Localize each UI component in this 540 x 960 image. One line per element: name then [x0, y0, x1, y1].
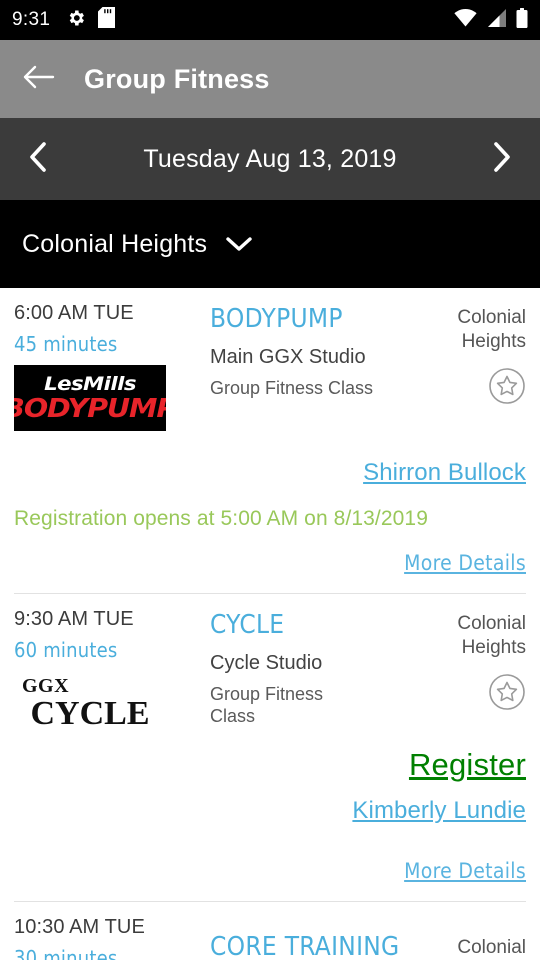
- lesmills-bodypump-logo: LesMills BODYPUMP: [14, 365, 166, 431]
- class-duration: 60 minutes: [14, 638, 118, 662]
- status-bar-clock: 9:31: [12, 9, 51, 30]
- more-details-link[interactable]: More Details: [0, 859, 540, 883]
- class-site: Colonial Heights: [457, 307, 526, 353]
- chevron-down-icon: [225, 235, 253, 253]
- location-selector[interactable]: Colonial Heights: [0, 200, 540, 288]
- class-duration: 30 minutes: [14, 946, 118, 960]
- class-card-spacer-2: [0, 825, 540, 859]
- class-card-middle-column: BODYPUMP Main GGX Studio Group Fitness C…: [204, 302, 416, 431]
- back-button[interactable]: [18, 58, 60, 100]
- class-card-left-column: 6:00 AM TUE 45 minutes LesMills BODYPUMP: [14, 302, 204, 431]
- class-category: Group Fitness Class: [210, 684, 324, 726]
- class-logo: LesMills BODYPUMP: [14, 365, 166, 431]
- class-card-middle-column: CYCLE Cycle Studio Group Fitness Class: [204, 608, 416, 737]
- status-bar-right-icons: [454, 7, 528, 33]
- status-bar-left-icons: [66, 7, 116, 33]
- wifi-icon: [454, 8, 477, 32]
- class-card-spacer: [0, 783, 540, 797]
- battery-icon: [516, 7, 528, 33]
- back-arrow-icon: [23, 64, 55, 95]
- sd-card-icon: [98, 7, 116, 33]
- class-logo: GGX CYCLE: [14, 671, 166, 737]
- class-card[interactable]: 6:00 AM TUE 45 minutes LesMills BODYPUMP…: [0, 288, 540, 594]
- class-logo-line2: CYCLE: [30, 695, 150, 733]
- class-title[interactable]: BODYPUMP: [210, 305, 416, 333]
- class-logo-line1: LesMills: [44, 372, 136, 395]
- class-card-bottom-pad: [0, 575, 540, 593]
- class-card-middle-column: CORE TRAINING: [204, 916, 416, 960]
- location-selector-label: Colonial Heights: [22, 229, 208, 258]
- chevron-left-icon: [25, 140, 51, 179]
- class-duration: 45 minutes: [14, 332, 118, 356]
- registration-note: Registration opens at 5:00 AM on 8/13/20…: [14, 507, 428, 530]
- class-studio: Main GGX Studio: [210, 346, 366, 369]
- previous-day-button[interactable]: [14, 135, 62, 183]
- favorite-button[interactable]: [416, 367, 526, 410]
- class-list: 6:00 AM TUE 45 minutes LesMills BODYPUMP…: [0, 288, 540, 960]
- ggx-cycle-logo: GGX CYCLE: [14, 671, 166, 737]
- class-time: 6:00 AM TUE: [14, 302, 134, 324]
- cellular-signal-icon: [486, 8, 507, 32]
- instructor-link[interactable]: Shirron Bullock: [0, 459, 540, 487]
- class-card-bottom-pad: [0, 883, 540, 901]
- favorite-button[interactable]: [416, 673, 526, 716]
- class-category: Group Fitness Class: [210, 378, 374, 399]
- class-logo-line1: GGX: [22, 675, 70, 698]
- more-details-link[interactable]: More Details: [0, 551, 540, 575]
- next-day-button[interactable]: [478, 135, 526, 183]
- class-card-main: 6:00 AM TUE 45 minutes LesMills BODYPUMP…: [0, 302, 540, 431]
- instructor-link[interactable]: Kimberly Lundie: [0, 797, 540, 825]
- class-site: Colonial Heights: [457, 613, 526, 659]
- star-circle-icon: [488, 367, 526, 410]
- class-studio: Cycle Studio: [210, 652, 323, 675]
- page-title: Group Fitness: [84, 63, 270, 94]
- date-navigation-bar: Tuesday Aug 13, 2019: [0, 118, 540, 200]
- class-card-spacer-2: [0, 487, 540, 507]
- current-date-label[interactable]: Tuesday Aug 13, 2019: [62, 145, 478, 174]
- class-card[interactable]: 10:30 AM TUE 30 minutes CORE TRAINING Co…: [0, 902, 540, 960]
- class-title[interactable]: CORE TRAINING: [210, 933, 416, 960]
- class-title[interactable]: CYCLE: [210, 611, 416, 639]
- gear-icon: [66, 8, 86, 33]
- chevron-right-icon: [489, 140, 515, 179]
- register-button[interactable]: Register: [0, 747, 540, 783]
- class-time: 9:30 AM TUE: [14, 608, 134, 630]
- class-card-right-column: Colonial Heights: [416, 302, 526, 431]
- class-card-left-column: 9:30 AM TUE 60 minutes GGX CYCLE: [14, 608, 204, 737]
- class-card-left-column: 10:30 AM TUE 30 minutes: [14, 916, 204, 960]
- class-site: Colonial Heights: [457, 937, 526, 958]
- app-bar: Group Fitness: [0, 40, 540, 118]
- star-circle-icon: [488, 673, 526, 716]
- class-card-main: 10:30 AM TUE 30 minutes CORE TRAINING Co…: [0, 916, 540, 960]
- class-logo-line2: BODYPUMP: [14, 393, 166, 424]
- class-time: 10:30 AM TUE: [14, 916, 145, 938]
- class-card-right-column: Colonial Heights: [416, 608, 526, 737]
- class-card-right-column: Colonial Heights: [416, 916, 526, 960]
- class-card-spacer: [0, 431, 540, 459]
- class-card[interactable]: 9:30 AM TUE 60 minutes GGX CYCLE CYCLE C…: [0, 594, 540, 902]
- class-card-main: 9:30 AM TUE 60 minutes GGX CYCLE CYCLE C…: [0, 608, 540, 737]
- status-bar: 9:31: [0, 0, 540, 40]
- class-card-spacer-3: [0, 531, 540, 551]
